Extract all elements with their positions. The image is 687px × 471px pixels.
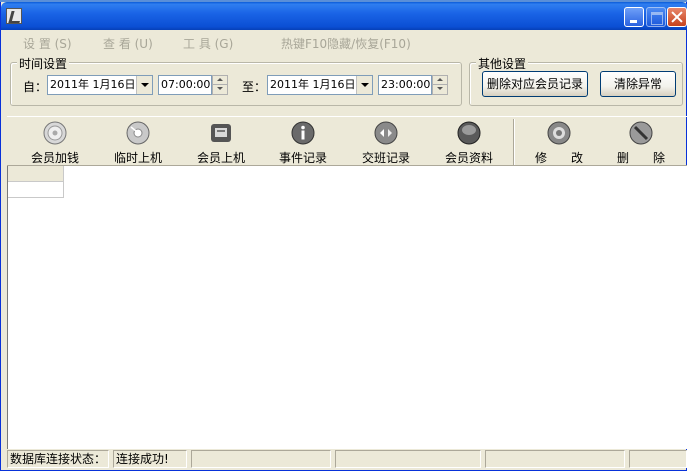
from-time-spinner[interactable] xyxy=(212,75,228,95)
temp-login-button[interactable]: 临时上机 xyxy=(103,121,173,165)
from-date-picker[interactable]: 2011年 1月16日 xyxy=(47,75,153,95)
to-label: 至： xyxy=(242,80,267,94)
app-window: 设 置 (S) 查 看 (U) 工 具 (G) 热键F10隐藏/恢复(F10) … xyxy=(0,2,687,471)
cd-icon xyxy=(126,121,150,145)
delete-member-records-button[interactable]: 删除对应会员记录 xyxy=(482,71,588,97)
toolbar-label: 临时上机 xyxy=(113,151,162,165)
toolbar-label: 修 改 xyxy=(534,151,583,165)
time-settings-group: 时间设置 自： 2011年 1月16日 07:00:00 至： 2011年 1月… xyxy=(10,55,462,106)
chevron-down-icon[interactable] xyxy=(136,76,152,94)
to-date-picker[interactable]: 2011年 1月16日 xyxy=(267,75,373,95)
member-profile-button[interactable]: 会员资料 xyxy=(434,121,504,165)
delete-icon xyxy=(629,121,653,145)
menu-bar: 设 置 (S) 查 看 (U) 工 具 (G) 热键F10隐藏/恢复(F10) xyxy=(1,32,687,52)
edit-icon xyxy=(547,121,571,145)
menu-tools[interactable]: 工 具 (G) xyxy=(183,35,233,52)
member-recharge-button[interactable]: 会员加钱 xyxy=(20,121,90,165)
grid-cell[interactable] xyxy=(8,182,64,198)
to-time-value: 23:00:00 xyxy=(381,78,431,91)
from-time-value: 07:00:00 xyxy=(161,78,211,91)
toolbar-label: 会员加钱 xyxy=(30,151,79,165)
menu-settings[interactable]: 设 置 (S) xyxy=(23,35,72,52)
toolbar-label: 事件记录 xyxy=(278,151,327,165)
status-panel xyxy=(485,450,625,468)
delete-button[interactable]: 删 除 xyxy=(606,121,676,165)
toolbar-label: 会员资料 xyxy=(444,151,493,165)
main-toolbar: 会员加钱 临时上机 会员上机 事件记录 交班记录 会员资料 修 改 删 除 xyxy=(7,116,687,166)
spin-down-icon[interactable] xyxy=(433,85,447,94)
event-log-button[interactable]: 事件记录 xyxy=(268,121,338,165)
shift-log-button[interactable]: 交班记录 xyxy=(351,121,421,165)
status-panel xyxy=(191,450,331,468)
status-panel xyxy=(335,450,481,468)
grid-header-cell xyxy=(8,166,64,182)
records-grid[interactable] xyxy=(7,166,687,449)
spin-up-icon[interactable] xyxy=(213,76,227,85)
status-bar: 数据库连接状态： 连接成功! xyxy=(7,449,687,469)
handover-icon xyxy=(374,121,398,145)
card-icon xyxy=(211,124,231,142)
other-settings-group: 其他设置 删除对应会员记录 清除异常 xyxy=(469,55,683,106)
menu-view[interactable]: 查 看 (U) xyxy=(103,35,153,52)
menu-hotkey-hint: 热键F10隐藏/恢复(F10) xyxy=(281,37,411,51)
toolbar-separator xyxy=(513,119,515,165)
spin-up-icon[interactable] xyxy=(433,76,447,85)
toolbar-label: 删 除 xyxy=(616,151,665,165)
disc-icon xyxy=(43,121,67,145)
status-panel xyxy=(629,450,687,468)
edit-button[interactable]: 修 改 xyxy=(524,121,594,165)
spin-down-icon[interactable] xyxy=(213,85,227,94)
db-status-value: 连接成功! xyxy=(113,450,187,468)
toolbar-label: 会员上机 xyxy=(196,151,245,165)
time-settings-label: 时间设置 xyxy=(17,55,70,72)
from-time-field[interactable]: 07:00:00 xyxy=(158,75,212,95)
member-login-button[interactable]: 会员上机 xyxy=(186,121,256,165)
to-date-value: 2011年 1月16日 xyxy=(270,78,356,91)
info-icon xyxy=(291,121,315,145)
clear-exceptions-button[interactable]: 清除异常 xyxy=(600,71,676,97)
to-time-field[interactable]: 23:00:00 xyxy=(378,75,432,95)
profile-icon xyxy=(457,121,481,145)
db-status-label: 数据库连接状态： xyxy=(7,450,109,468)
other-settings-label: 其他设置 xyxy=(476,55,529,72)
from-label: 自： xyxy=(23,80,48,94)
minimize-button[interactable] xyxy=(624,7,644,27)
to-time-spinner[interactable] xyxy=(432,75,448,95)
close-button[interactable] xyxy=(667,7,687,27)
title-bar[interactable] xyxy=(1,2,687,30)
maximize-button xyxy=(646,7,666,27)
chevron-down-icon[interactable] xyxy=(356,76,372,94)
from-date-value: 2011年 1月16日 xyxy=(50,78,136,91)
app-icon xyxy=(6,8,22,24)
toolbar-label: 交班记录 xyxy=(361,151,410,165)
